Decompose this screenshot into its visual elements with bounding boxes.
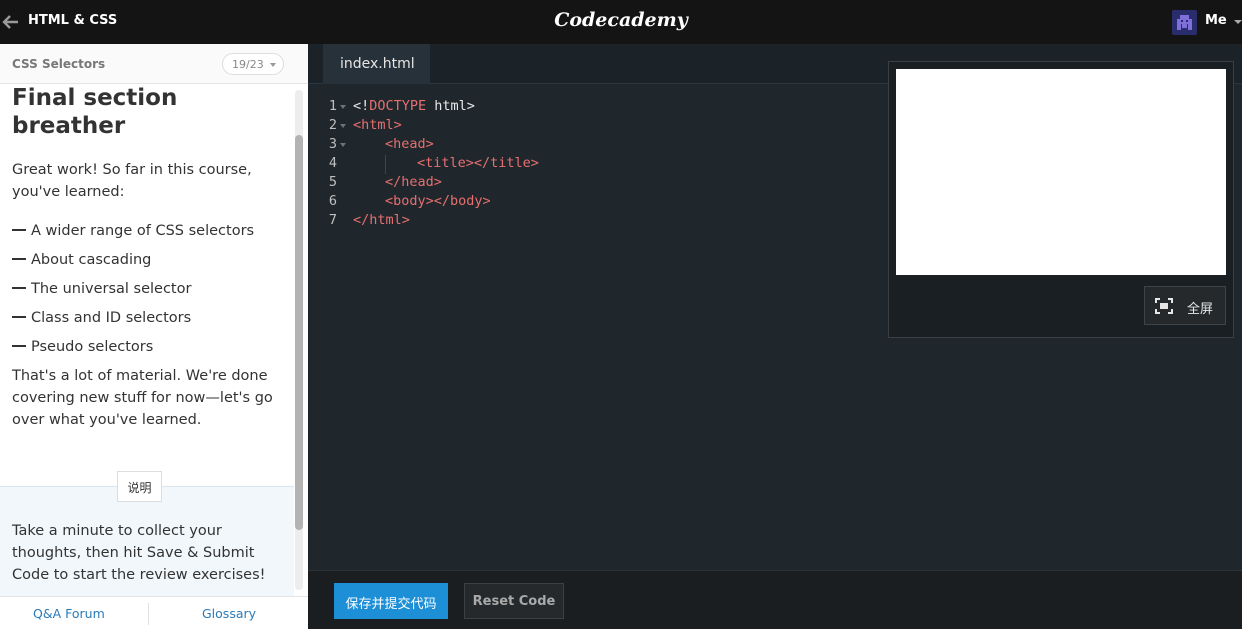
dash-icon	[12, 229, 26, 231]
fold-arrow-icon[interactable]	[340, 143, 346, 147]
line-content: </head>	[385, 174, 442, 190]
dash-icon	[12, 345, 26, 347]
fullscreen-label: 全屏	[1187, 302, 1214, 317]
action-bar: 保存并提交代码 Reset Code	[308, 570, 1242, 629]
list-item-text: Class and ID selectors	[31, 310, 192, 326]
lesson-panel: CSS Selectors 19/23 Final section breath…	[0, 44, 308, 629]
chevron-down-icon[interactable]	[1234, 20, 1242, 24]
scrollbar-thumb[interactable]	[295, 135, 303, 530]
logo-wrap: Codecademy	[0, 9, 1242, 31]
indent-guide	[385, 155, 386, 174]
fullscreen-button[interactable]: 全屏	[1144, 286, 1226, 325]
list-item: Pseudo selectors	[12, 336, 292, 358]
user-avatar[interactable]	[1172, 10, 1197, 35]
doctype-open: <!	[353, 98, 370, 114]
codecademy-logo[interactable]: Codecademy	[554, 9, 688, 31]
lesson-name: CSS Selectors	[12, 57, 106, 71]
progress-label: 19/23	[232, 58, 264, 71]
fold-arrow-icon[interactable]	[340, 105, 346, 109]
fullscreen-icon	[1155, 298, 1173, 314]
top-bar: HTML & CSS Codecademy Me	[0, 0, 1242, 44]
glossary-link[interactable]: Glossary	[202, 606, 256, 621]
line-number: 2	[328, 117, 337, 133]
back-arrow-icon[interactable]	[0, 12, 22, 32]
learned-list: A wider range of CSS selectors About cas…	[12, 220, 292, 358]
reset-code-button[interactable]: Reset Code	[464, 583, 564, 619]
instructions-text: Take a minute to collect your thoughts, …	[12, 523, 266, 583]
save-submit-button[interactable]: 保存并提交代码	[334, 583, 448, 619]
dash-icon	[12, 287, 26, 289]
footer-divider	[148, 603, 149, 625]
preview-frame[interactable]	[896, 69, 1226, 275]
code-line: 3 <head>	[308, 136, 888, 155]
code-editor: index.html 1 <!DOCTYPE html> 2 <html> 3 …	[308, 44, 1242, 570]
line-number: 7	[328, 212, 337, 228]
doctype-rest: html>	[426, 98, 475, 114]
user-menu[interactable]: Me	[1205, 13, 1227, 28]
instructions-tab[interactable]: 说明	[117, 471, 162, 502]
line-number: 1	[328, 98, 337, 114]
instructions-box: 说明 Take a minute to collect your thought…	[0, 471, 294, 596]
line-content: <title></title>	[417, 155, 539, 171]
list-item: About cascading	[12, 249, 292, 271]
list-item: A wider range of CSS selectors	[12, 220, 292, 242]
line-content: <head>	[385, 136, 434, 152]
dash-icon	[12, 258, 26, 260]
dash-icon	[12, 316, 26, 318]
lesson-content: Final section breather Great work! So fa…	[12, 84, 292, 431]
qa-forum-link[interactable]: Q&A Forum	[33, 606, 105, 621]
fold-arrow-icon[interactable]	[340, 124, 346, 128]
preview-panel: 全屏	[888, 61, 1234, 338]
code-line: 5 </head>	[308, 174, 888, 193]
line-number: 4	[328, 155, 337, 171]
course-title-link[interactable]: HTML & CSS	[28, 13, 117, 28]
line-content: <body></body>	[385, 193, 491, 209]
doctype-keyword: DOCTYPE	[369, 98, 427, 114]
line-content: <!DOCTYPE html>	[353, 98, 475, 114]
line-number: 6	[328, 193, 337, 209]
code-line: 4 <title></title>	[308, 155, 888, 174]
list-item-text: About cascading	[31, 252, 152, 268]
progress-dropdown[interactable]: 19/23	[222, 53, 284, 75]
line-number: 3	[328, 136, 337, 152]
lesson-title: Final section breather	[12, 85, 178, 139]
list-item-text: The universal selector	[31, 281, 192, 297]
line-content: <html>	[353, 117, 402, 133]
lesson-outro: That's a lot of material. We're done cov…	[12, 368, 273, 428]
code-line: 6 <body></body>	[308, 193, 888, 212]
code-line: 1 <!DOCTYPE html>	[308, 98, 888, 117]
code-line: 2 <html>	[308, 117, 888, 136]
list-item-text: A wider range of CSS selectors	[31, 223, 255, 239]
lesson-footer: Q&A Forum Glossary	[0, 596, 308, 629]
list-item: The universal selector	[12, 278, 292, 300]
lesson-header: CSS Selectors 19/23	[0, 44, 308, 84]
list-item: Class and ID selectors	[12, 307, 292, 329]
chevron-down-icon	[270, 63, 276, 67]
lesson-intro: Great work! So far in this course, you'v…	[12, 162, 252, 200]
code-area[interactable]: 1 <!DOCTYPE html> 2 <html> 3 <head> 4 <t…	[308, 98, 888, 231]
lesson-scrollbar[interactable]	[295, 90, 303, 590]
line-number: 5	[328, 174, 337, 190]
line-content: </html>	[353, 212, 410, 228]
file-tab-index-html[interactable]: index.html	[323, 44, 430, 84]
code-line: 7 </html>	[308, 212, 888, 231]
list-item-text: Pseudo selectors	[31, 339, 154, 355]
